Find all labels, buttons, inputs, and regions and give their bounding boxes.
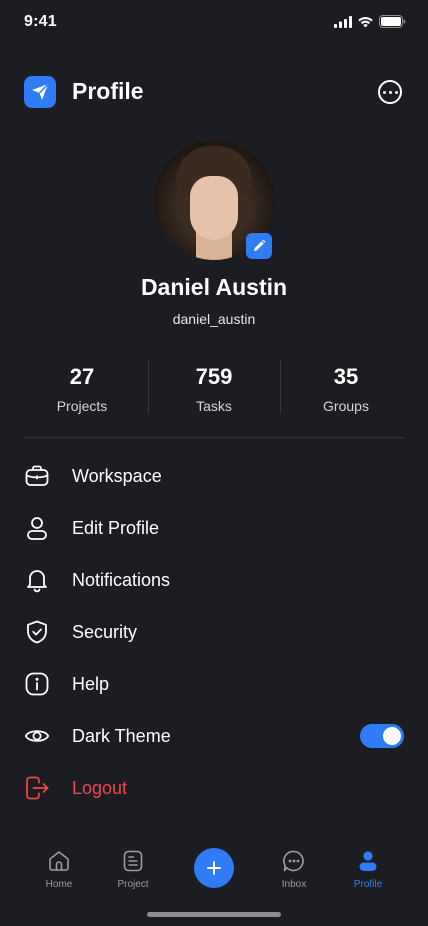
tab-bar: Home Project Inbox Profile (0, 842, 428, 902)
menu-item-security[interactable]: Security (24, 606, 404, 658)
tab-project[interactable]: Project (98, 848, 168, 890)
tab-profile[interactable]: Profile (333, 848, 403, 890)
stat-value: 35 (333, 364, 359, 389)
tab-label: Profile (353, 879, 383, 890)
menu-label: Workspace (72, 465, 162, 486)
chat-bubble-icon (259, 848, 329, 874)
add-button[interactable] (194, 848, 234, 888)
paper-plane-icon (24, 76, 56, 108)
menu-label: Edit Profile (72, 517, 160, 538)
user-icon (24, 515, 50, 541)
menu-item-workspace[interactable]: Workspace (24, 450, 404, 502)
menu-item-logout[interactable]: Logout (24, 762, 404, 814)
status-bar: 9:41 (0, 0, 428, 44)
page-title: Profile (72, 78, 144, 104)
pencil-icon (254, 239, 266, 251)
menu-item-dark-theme: Dark Theme (24, 710, 404, 762)
menu-label: Security (72, 621, 138, 642)
menu-label: Logout (72, 777, 128, 798)
wifi-icon (358, 16, 373, 27)
status-time: 9:41 (24, 13, 57, 30)
document-icon (98, 848, 168, 874)
menu-label: Dark Theme (72, 725, 171, 746)
stat-projects[interactable]: 27 Projects (16, 360, 148, 414)
menu-item-edit-profile[interactable]: Edit Profile (24, 502, 404, 554)
menu-item-notifications[interactable]: Notifications (24, 554, 404, 606)
user-handle: daniel_austin (172, 311, 256, 327)
info-icon (24, 671, 50, 697)
shield-check-icon (24, 619, 50, 645)
tab-label: Project (117, 879, 149, 890)
stat-tasks[interactable]: 759 Tasks (148, 360, 280, 414)
stat-label: Projects (56, 398, 108, 414)
tab-label: Home (45, 879, 73, 890)
stats-row: 27 Projects 759 Tasks 35 Groups (16, 360, 412, 414)
cellular-signal-icon (334, 15, 352, 28)
header: Profile (24, 76, 404, 110)
more-horizontal-icon (382, 90, 386, 94)
dark-theme-toggle[interactable] (360, 724, 404, 748)
briefcase-icon (24, 463, 50, 489)
menu-item-help[interactable]: Help (24, 658, 404, 710)
menu-label: Notifications (72, 569, 171, 590)
toggle-knob (383, 727, 401, 745)
tab-inbox[interactable]: Inbox (259, 848, 329, 890)
user-filled-icon (333, 848, 403, 874)
stat-label: Groups (323, 398, 369, 414)
stat-label: Tasks (196, 398, 232, 414)
bell-icon (24, 567, 50, 593)
edit-avatar-button[interactable] (246, 233, 272, 259)
status-icons (334, 15, 406, 28)
plus-icon (207, 861, 221, 875)
menu-label: Help (72, 673, 110, 694)
user-name: Daniel Austin (140, 274, 288, 300)
tab-label: Inbox (281, 879, 307, 890)
settings-menu: Workspace Edit Profile Notifications Sec… (24, 450, 404, 814)
logout-icon (24, 775, 50, 801)
stat-value: 27 (69, 364, 95, 389)
more-button[interactable] (378, 80, 402, 104)
battery-icon (379, 15, 406, 28)
eye-icon (24, 723, 50, 749)
stat-groups[interactable]: 35 Groups (280, 360, 412, 414)
divider (24, 437, 404, 438)
tab-home[interactable]: Home (24, 848, 94, 890)
home-icon (24, 848, 94, 874)
stat-value: 759 (195, 364, 233, 389)
home-indicator (147, 912, 281, 917)
